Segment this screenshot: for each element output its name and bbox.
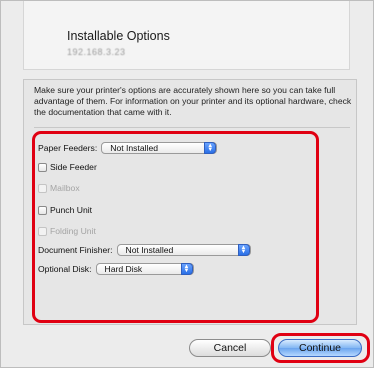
optional-disk-label: Optional Disk: (38, 264, 92, 274)
paper-feeders-row: Paper Feeders: Not Installed ▲ ▼ (38, 142, 218, 154)
document-finisher-row: Document Finisher: Not Installed ▲ ▼ (38, 244, 251, 256)
mailbox-checkbox (38, 183, 47, 193)
document-finisher-popup[interactable]: Not Installed ▲ ▼ (116, 244, 251, 256)
folding-unit-label: Folding Unit (50, 226, 96, 236)
folding-unit-checkbox (38, 226, 47, 236)
side-feeder-label: Side Feeder (50, 162, 97, 172)
side-feeder-row[interactable]: Side Feeder (38, 162, 97, 172)
divider (34, 127, 350, 128)
paper-feeders-label: Paper Feeders: (38, 143, 98, 153)
optional-disk-row: Optional Disk: Hard Disk ▲ ▼ (38, 263, 194, 275)
folding-unit-row: Folding Unit (38, 226, 96, 236)
side-feeder-checkbox[interactable] (38, 162, 47, 172)
document-finisher-label: Document Finisher: (38, 245, 113, 255)
paper-feeders-popup[interactable]: Not Installed ▲ ▼ (101, 142, 218, 154)
punch-unit-row[interactable]: Punch Unit (38, 205, 92, 215)
mailbox-row: Mailbox (38, 183, 80, 193)
punch-unit-label: Punch Unit (50, 205, 93, 215)
popup-arrows-icon: ▲ ▼ (237, 244, 250, 256)
paper-feeders-value: Not Installed (110, 143, 159, 153)
optional-disk-popup[interactable]: Hard Disk ▲ ▼ (95, 263, 194, 275)
punch-unit-checkbox[interactable] (38, 205, 47, 215)
installable-options-dialog: Installable Options 192.168.3.23 Make su… (0, 0, 374, 368)
document-finisher-value: Not Installed (125, 245, 174, 255)
continue-highlight-box (271, 333, 370, 363)
description-text: Make sure your printer's options are acc… (34, 85, 352, 118)
popup-arrows-icon: ▲ ▼ (204, 142, 217, 154)
popup-arrows-icon: ▲ ▼ (180, 263, 193, 275)
dialog-title: Installable Options (67, 29, 170, 43)
printer-address: 192.168.3.23 (67, 47, 126, 57)
mailbox-label: Mailbox (50, 183, 80, 193)
cancel-button[interactable]: Cancel (189, 339, 271, 357)
optional-disk-value: Hard Disk (104, 264, 143, 274)
